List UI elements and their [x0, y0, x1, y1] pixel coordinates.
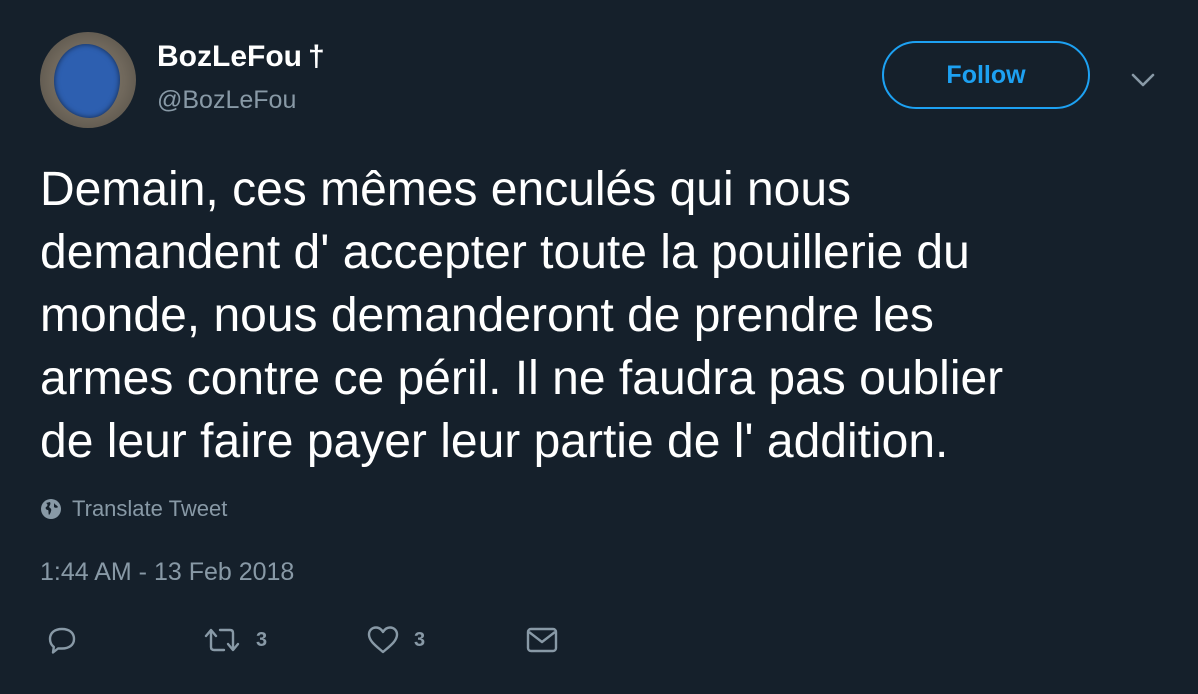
envelope-icon — [526, 627, 558, 653]
display-name-text: BozLeFou — [157, 40, 302, 73]
reply-button[interactable] — [46, 624, 78, 656]
translate-tweet-link[interactable]: Translate Tweet — [40, 496, 227, 522]
like-count: 3 — [414, 628, 426, 651]
chevron-down-icon[interactable] — [1126, 66, 1160, 94]
follow-button[interactable]: Follow — [882, 41, 1090, 109]
like-button[interactable]: 3 — [366, 624, 425, 656]
tweet-card: BozLeFou † @BozLeFou Follow Demain, ces m… — [0, 0, 1198, 694]
direct-message-button[interactable] — [525, 624, 559, 656]
avatar-image — [54, 44, 120, 118]
cross-icon: † — [307, 40, 325, 73]
reply-icon — [48, 627, 76, 654]
retweet-count: 3 — [256, 628, 268, 651]
tweet-actions: 3 3 — [0, 624, 1198, 658]
display-name[interactable]: BozLeFou † — [157, 40, 325, 74]
tweet-text: Demain, ces mêmes enculés qui nous deman… — [40, 163, 1004, 468]
globe-icon — [41, 499, 61, 519]
tweet-timestamp[interactable]: 1:44 AM - 13 Feb 2018 — [40, 558, 294, 587]
retweet-icon — [204, 628, 240, 652]
avatar[interactable] — [40, 32, 136, 128]
heart-icon — [367, 626, 399, 654]
translate-label: Translate Tweet — [72, 496, 228, 521]
retweet-button[interactable]: 3 — [202, 624, 267, 656]
user-handle[interactable]: @BozLeFou — [157, 86, 296, 115]
